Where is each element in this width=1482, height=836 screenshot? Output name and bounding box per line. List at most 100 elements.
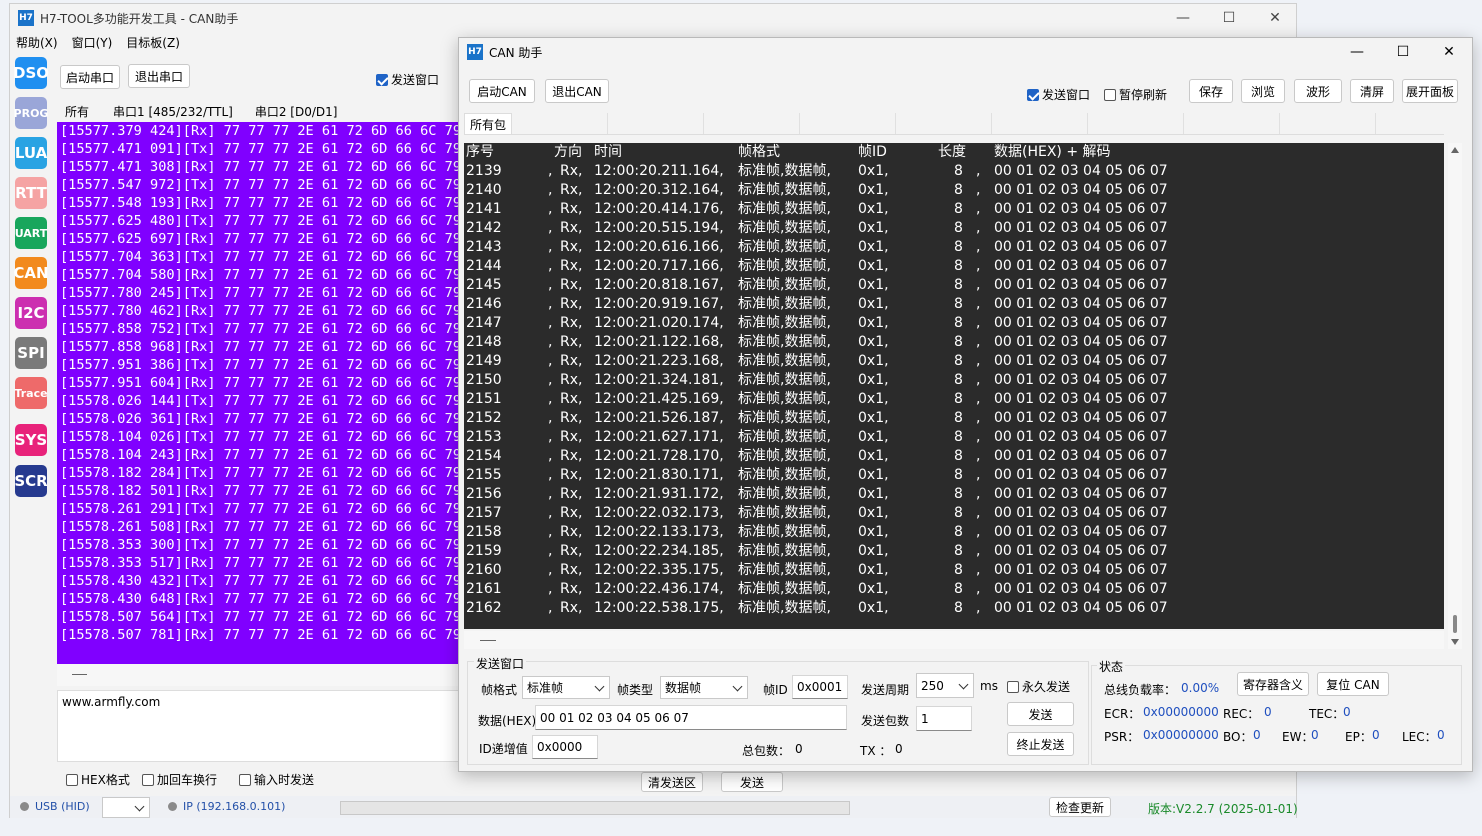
log-row: [15577.858 752][Tx] 77 77 77 2E 61 72 6D… bbox=[60, 321, 462, 337]
can-frame-row[interactable]: 2149, Rx, 12:00:21.223.168, 标准帧,数据帧, 0x1, 8, 0… bbox=[464, 352, 1444, 371]
cell-sep: , bbox=[976, 163, 981, 179]
frame-type-select[interactable]: 数据帧 bbox=[660, 676, 748, 699]
reset-can-button[interactable]: 复位 CAN bbox=[1317, 672, 1389, 696]
can-frame-row[interactable]: 2159, Rx, 12:00:22.234.185, 标准帧,数据帧, 0x1, 8, 0… bbox=[464, 542, 1444, 561]
tool-sys-button[interactable]: SYS bbox=[15, 424, 47, 456]
send-button[interactable]: 发送 bbox=[721, 772, 783, 792]
can-frame-row[interactable]: 2147, Rx, 12:00:21.020.174, 标准帧,数据帧, 0x1, 8, 0… bbox=[464, 314, 1444, 333]
can-titlebar[interactable]: H7 CAN 助手 — ☐ ✕ bbox=[459, 38, 1472, 66]
can-frame-row[interactable]: 2142, Rx, 12:00:20.515.194, 标准帧,数据帧, 0x1, 8, 0… bbox=[464, 219, 1444, 238]
pause-refresh-checkbox[interactable]: 暂停刷新 bbox=[1104, 86, 1167, 103]
cell-id: 0x1, bbox=[858, 391, 889, 407]
send-window-checkbox[interactable]: 发送窗口 bbox=[376, 71, 439, 88]
grid-horizontal-scrollbar[interactable] bbox=[464, 631, 1444, 649]
cell-seq: 2146 bbox=[466, 296, 502, 312]
tab-all-packets[interactable]: 所有包 bbox=[464, 113, 513, 135]
send-count-input[interactable]: 1 bbox=[916, 706, 972, 731]
tool-rtt-button[interactable]: RTT bbox=[15, 177, 47, 209]
can-frame-row[interactable]: 2160, Rx, 12:00:22.335.175, 标准帧,数据帧, 0x1, 8, 0… bbox=[464, 561, 1444, 580]
register-meaning-button[interactable]: 寄存器含义 bbox=[1237, 672, 1309, 696]
can-frame-row[interactable]: 2140, Rx, 12:00:20.312.164, 标准帧,数据帧, 0x1, 8, 0… bbox=[464, 181, 1444, 200]
exit-serial-button[interactable]: 退出串口 bbox=[128, 64, 190, 88]
exit-can-button[interactable]: 退出CAN bbox=[545, 79, 609, 103]
add-crlf-checkbox[interactable]: 加回车换行 bbox=[142, 771, 217, 788]
id-increment-input[interactable]: 0x0000 bbox=[532, 735, 598, 759]
hex-format-checkbox[interactable]: HEX格式 bbox=[66, 771, 130, 788]
expand-panel-button[interactable]: 展开面板 bbox=[1402, 79, 1458, 103]
ecr-label: ECR： bbox=[1104, 707, 1141, 721]
cell-time: 12:00:20.717.166, bbox=[594, 258, 724, 274]
cell-len: 8 bbox=[954, 334, 963, 350]
minimize-icon[interactable]: — bbox=[1160, 4, 1206, 32]
menu-target-board[interactable]: 目标板(Z) bbox=[126, 34, 180, 51]
grid-vertical-scrollbar[interactable] bbox=[1448, 143, 1462, 649]
close-icon[interactable]: ✕ bbox=[1252, 4, 1298, 32]
log-scrollbar[interactable] bbox=[57, 664, 467, 686]
tab-all[interactable]: 所有 bbox=[57, 103, 97, 120]
can-frame-row[interactable]: 2158, Rx, 12:00:22.133.173, 标准帧,数据帧, 0x1, 8, 0… bbox=[464, 523, 1444, 542]
can-send-window-checkbox[interactable]: 发送窗口 bbox=[1027, 86, 1090, 103]
can-frame-row[interactable]: 2144, Rx, 12:00:20.717.166, 标准帧,数据帧, 0x1, 8, 0… bbox=[464, 257, 1444, 276]
tool-spi-button[interactable]: SPI bbox=[15, 337, 47, 369]
can-frame-row[interactable]: 2154, Rx, 12:00:21.728.170, 标准帧,数据帧, 0x1, 8, 0… bbox=[464, 447, 1444, 466]
status-group-title: 状态 bbox=[1097, 658, 1126, 675]
can-maximize-icon[interactable]: ☐ bbox=[1380, 38, 1426, 66]
browse-button[interactable]: 浏览 bbox=[1241, 79, 1285, 103]
save-button[interactable]: 保存 bbox=[1189, 79, 1233, 103]
frame-format-select[interactable]: 标准帧 bbox=[522, 676, 610, 699]
can-frame-row[interactable]: 2156, Rx, 12:00:21.931.172, 标准帧,数据帧, 0x1, 8, 0… bbox=[464, 485, 1444, 504]
can-frame-row[interactable]: 2146, Rx, 12:00:20.919.167, 标准帧,数据帧, 0x1, 8, 0… bbox=[464, 295, 1444, 314]
can-frame-row[interactable]: 2139, Rx, 12:00:20.211.164, 标准帧,数据帧, 0x1, 8, 0… bbox=[464, 162, 1444, 181]
cell-sep: , bbox=[976, 201, 981, 217]
can-frame-row[interactable]: 2157, Rx, 12:00:22.032.173, 标准帧,数据帧, 0x1, 8, 0… bbox=[464, 504, 1444, 523]
stop-send-button[interactable]: 终止发送 bbox=[1007, 732, 1074, 756]
wave-button[interactable]: 波形 bbox=[1294, 79, 1342, 103]
frame-id-input[interactable]: 0x0001 bbox=[792, 675, 848, 699]
can-frame-row[interactable]: 2150, Rx, 12:00:21.324.181, 标准帧,数据帧, 0x1, 8, 0… bbox=[464, 371, 1444, 390]
tec-value: 0 bbox=[1343, 705, 1351, 719]
send-period-select[interactable]: 250 bbox=[916, 673, 974, 698]
can-frame-row[interactable]: 2143, Rx, 12:00:20.616.166, 标准帧,数据帧, 0x1, 8, 0… bbox=[464, 238, 1444, 257]
can-frame-row[interactable]: 2145, Rx, 12:00:20.818.167, 标准帧,数据帧, 0x1, 8, 0… bbox=[464, 276, 1444, 295]
check-update-button[interactable]: 检查更新 bbox=[1049, 797, 1111, 817]
can-frame-row[interactable]: 2148, Rx, 12:00:21.122.168, 标准帧,数据帧, 0x1, 8, 0… bbox=[464, 333, 1444, 352]
serial-log[interactable]: [15577.379 424][Rx] 77 77 77 2E 61 72 6D… bbox=[57, 122, 467, 664]
start-serial-button[interactable]: 启动串口 bbox=[60, 65, 120, 89]
main-titlebar[interactable]: H7 H7-TOOL多功能开发工具 - CAN助手 — ☐ ✕ bbox=[10, 4, 1296, 32]
tool-lua-button[interactable]: LUA bbox=[15, 137, 47, 169]
data-hex-input[interactable]: 00 01 02 03 04 05 06 07 bbox=[535, 705, 847, 730]
cell-dir: Rx, bbox=[560, 562, 583, 578]
tool-can-button[interactable]: CAN bbox=[13, 257, 49, 289]
tool-i2c-button[interactable]: I2C bbox=[15, 297, 47, 329]
can-frame-row[interactable]: 2161, Rx, 12:00:22.436.174, 标准帧,数据帧, 0x1, 8, 0… bbox=[464, 580, 1444, 599]
can-close-icon[interactable]: ✕ bbox=[1426, 38, 1472, 66]
send-text-area[interactable]: www.armfly.com bbox=[57, 690, 467, 762]
cell-dir: Rx, bbox=[560, 410, 583, 426]
clear-send-button[interactable]: 清发送区 bbox=[641, 772, 703, 792]
forever-send-checkbox[interactable]: 永久发送 bbox=[1007, 678, 1070, 695]
can-frame-row[interactable]: 2152, Rx, 12:00:21.526.187, 标准帧,数据帧, 0x1, 8, 0… bbox=[464, 409, 1444, 428]
tab-serial2[interactable]: 串口2 [D0/D1] bbox=[247, 103, 346, 120]
can-minimize-icon[interactable]: — bbox=[1334, 38, 1380, 66]
device-select[interactable] bbox=[102, 797, 150, 818]
maximize-icon[interactable]: ☐ bbox=[1206, 4, 1252, 32]
clear-screen-button[interactable]: 清屏 bbox=[1350, 79, 1394, 103]
tool-uart-button[interactable]: UART bbox=[15, 217, 47, 249]
can-frame-row[interactable]: 2141, Rx, 12:00:20.414.176, 标准帧,数据帧, 0x1, 8, 0… bbox=[464, 200, 1444, 219]
tool-scr-button[interactable]: SCR bbox=[14, 465, 48, 497]
can-send-button[interactable]: 发送 bbox=[1007, 702, 1074, 726]
tool-trace-button[interactable]: Trace bbox=[14, 377, 48, 409]
can-frame-grid[interactable]: 序号 方向 时间 帧格式 帧ID 长度 数据(HEX) + 解码 2139, Rx… bbox=[464, 143, 1444, 629]
tool-prog-button[interactable]: PROG bbox=[14, 97, 48, 129]
start-can-button[interactable]: 启动CAN bbox=[469, 79, 535, 103]
tab-serial1[interactable]: 串口1 [485/232/TTL] bbox=[105, 103, 241, 120]
can-frame-row[interactable]: 2155, Rx, 12:00:21.830.171, 标准帧,数据帧, 0x1, 8, 0… bbox=[464, 466, 1444, 485]
tool-dso-button[interactable]: DSO bbox=[13, 57, 49, 89]
can-frame-row[interactable]: 2162, Rx, 12:00:22.538.175, 标准帧,数据帧, 0x1, 8, 0… bbox=[464, 599, 1444, 618]
cell-data: 00 01 02 03 04 05 06 07 bbox=[994, 334, 1168, 350]
send-on-input-checkbox[interactable]: 输入时发送 bbox=[239, 771, 314, 788]
menu-help[interactable]: 帮助(X) bbox=[16, 34, 58, 51]
can-frame-row[interactable]: 2151, Rx, 12:00:21.425.169, 标准帧,数据帧, 0x1, 8, 0… bbox=[464, 390, 1444, 409]
can-frame-row[interactable]: 2153, Rx, 12:00:21.627.171, 标准帧,数据帧, 0x1, 8, 0… bbox=[464, 428, 1444, 447]
menu-window[interactable]: 窗口(Y) bbox=[72, 34, 113, 51]
